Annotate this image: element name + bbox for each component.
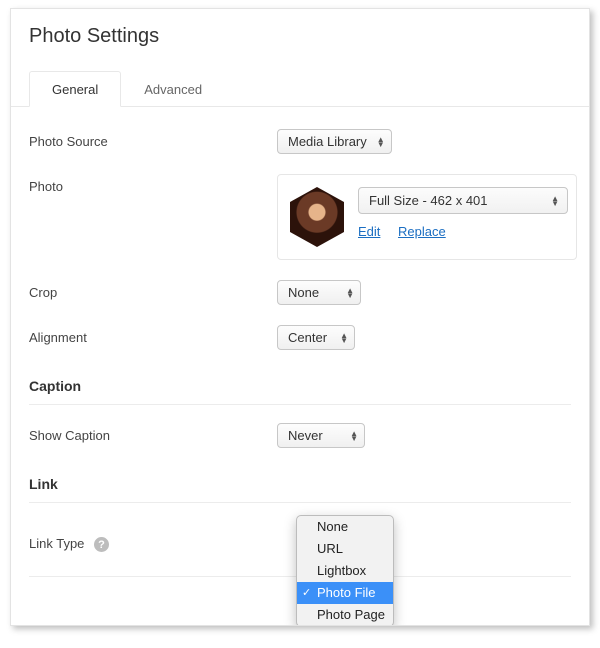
label-crop: Crop [29, 280, 277, 300]
panel-title: Photo Settings [11, 9, 589, 70]
select-crop[interactable]: None [277, 280, 361, 305]
photo-thumbnail[interactable] [290, 187, 344, 247]
tab-advanced[interactable]: Advanced [121, 71, 225, 107]
photo-settings-panel: Photo Settings General Advanced Photo So… [10, 8, 590, 626]
tab-general[interactable]: General [29, 71, 121, 107]
label-link-type-text: Link Type [29, 536, 84, 551]
updown-icon [377, 137, 385, 147]
select-show-caption[interactable]: Never [277, 423, 365, 448]
row-crop: Crop None [29, 270, 571, 315]
link-edit-photo[interactable]: Edit [358, 224, 380, 239]
dropdown-link-type[interactable]: None URL Lightbox Photo File Photo Page [296, 515, 394, 626]
section-link: Link [29, 458, 571, 503]
row-show-caption: Show Caption Never [29, 405, 571, 458]
row-photo: Photo Full Size - 462 x 401 Edit Replace [29, 164, 571, 270]
row-photo-source: Photo Source Media Library [29, 119, 571, 164]
option-photo-page[interactable]: Photo Page [297, 604, 393, 626]
photo-preview-box: Full Size - 462 x 401 Edit Replace [277, 174, 577, 260]
updown-icon [350, 431, 358, 441]
updown-icon [346, 288, 354, 298]
option-photo-file[interactable]: Photo File [297, 582, 393, 604]
label-link-type: Link Type ? [29, 531, 277, 552]
label-photo: Photo [29, 174, 277, 194]
section-caption: Caption [29, 360, 571, 405]
label-show-caption: Show Caption [29, 423, 277, 443]
select-photo-source-value: Media Library [288, 134, 367, 149]
select-alignment[interactable]: Center [277, 325, 355, 350]
option-lightbox[interactable]: Lightbox [297, 560, 393, 582]
select-alignment-value: Center [288, 330, 327, 345]
select-show-caption-value: Never [288, 428, 323, 443]
select-crop-value: None [288, 285, 319, 300]
option-url[interactable]: URL [297, 538, 393, 560]
select-photo-source[interactable]: Media Library [277, 129, 392, 154]
link-replace-photo[interactable]: Replace [398, 224, 446, 239]
settings-content: Photo Source Media Library Photo Full Si… [11, 107, 589, 577]
row-alignment: Alignment Center [29, 315, 571, 360]
label-photo-source: Photo Source [29, 129, 277, 149]
label-alignment: Alignment [29, 325, 277, 345]
updown-icon [551, 196, 559, 206]
help-icon[interactable]: ? [94, 537, 109, 552]
select-photo-size-value: Full Size - 462 x 401 [369, 193, 488, 208]
select-photo-size[interactable]: Full Size - 462 x 401 [358, 187, 568, 214]
option-none[interactable]: None [297, 516, 393, 538]
tabs: General Advanced [11, 70, 589, 107]
updown-icon [340, 333, 348, 343]
